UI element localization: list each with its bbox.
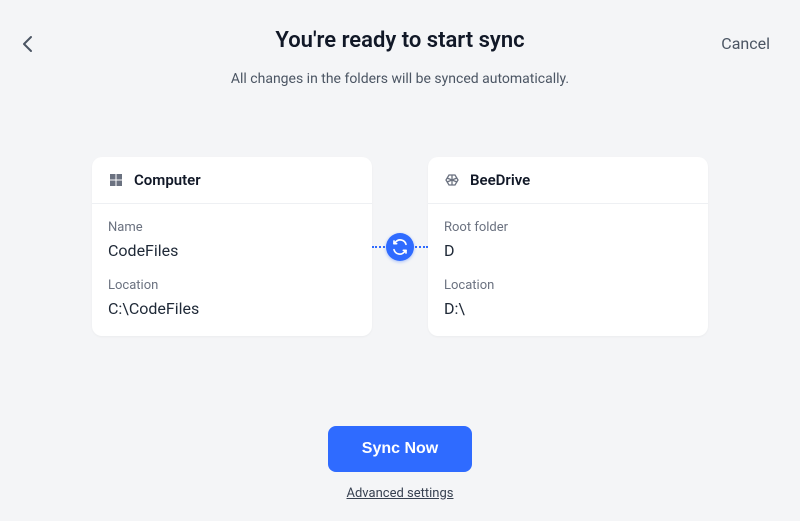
page-title: You're ready to start sync (0, 28, 800, 53)
advanced-settings-link[interactable]: Advanced settings (347, 486, 454, 501)
beedrive-location-label: Location (444, 278, 692, 293)
computer-name-label: Name (108, 220, 356, 235)
computer-icon (108, 172, 124, 188)
computer-name-value: CodeFiles (108, 241, 356, 260)
computer-location-label: Location (108, 278, 356, 293)
beedrive-icon (444, 172, 460, 188)
sync-now-button[interactable]: Sync Now (328, 426, 472, 472)
beedrive-card-title: BeeDrive (470, 171, 530, 189)
computer-card-title: Computer (134, 171, 201, 189)
beedrive-rootfolder-label: Root folder (444, 220, 692, 235)
computer-card: Computer Name CodeFiles Location C:\Code… (92, 157, 372, 336)
chevron-left-icon (21, 34, 35, 54)
cancel-button[interactable]: Cancel (721, 34, 770, 53)
beedrive-location-value: D:\ (444, 299, 692, 318)
beedrive-card: BeeDrive Root folder D Location D:\ (428, 157, 708, 336)
sync-icon (386, 233, 414, 261)
page-subtitle: All changes in the folders will be synce… (0, 71, 800, 87)
sync-connector (372, 157, 428, 336)
back-button[interactable] (16, 32, 40, 56)
computer-location-value: C:\CodeFiles (108, 299, 356, 318)
beedrive-rootfolder-value: D (444, 241, 692, 260)
